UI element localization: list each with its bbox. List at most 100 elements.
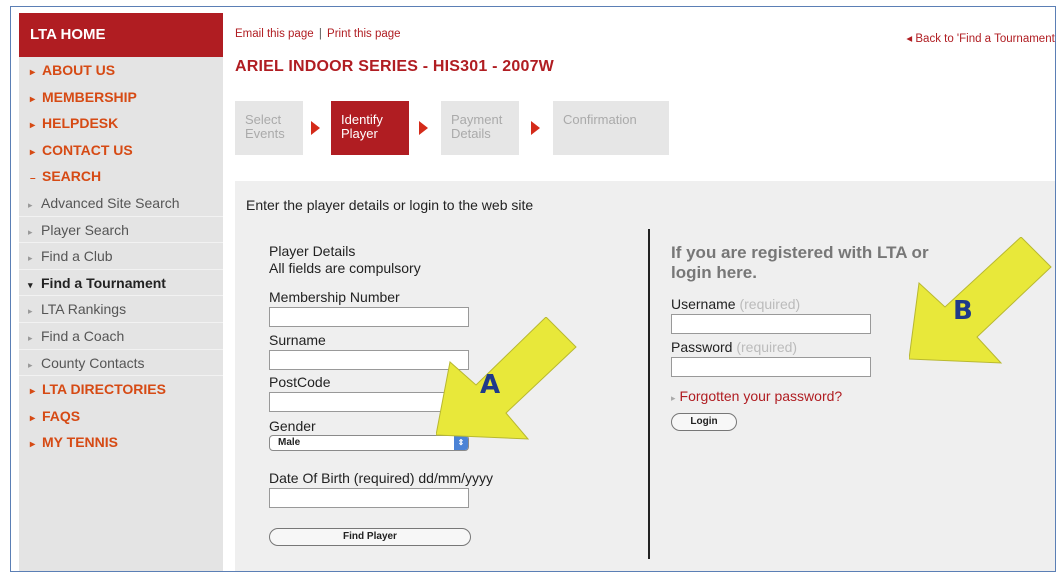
- sidebar-item-label: County Contacts: [41, 354, 145, 371]
- sidebar-marker-icon: ▸: [28, 359, 33, 370]
- annotation-arrow-b-icon: [909, 237, 1052, 364]
- username-required-note: (required): [739, 296, 801, 312]
- link-separator: |: [318, 28, 322, 40]
- sidebar-marker-icon: ▸: [30, 386, 36, 398]
- browser-frame: LTA HOME ▸ ABOUT US ▸ MEMBERSHIP ▸ HELPDESK ▸ C…: [10, 6, 1056, 572]
- username-input[interactable]: [671, 314, 871, 334]
- sidebar-item-label: Player Search: [41, 221, 129, 238]
- sidebar-list: ▸ ABOUT US ▸ MEMBERSHIP ▸ HELPDESK ▸ CONTACT US…: [19, 57, 223, 456]
- sidebar-marker-icon: ▸: [28, 199, 33, 210]
- step-label: Player: [341, 126, 378, 141]
- annotation-letter-a: A: [480, 370, 501, 400]
- sidebar-item-label: LTA Rankings: [41, 301, 127, 318]
- sidebar-item-about-us[interactable]: ▸ ABOUT US: [19, 57, 223, 84]
- sidebar-marker-icon: ▸: [30, 120, 36, 132]
- sidebar-item-label: MEMBERSHIP: [42, 88, 137, 105]
- step-label: Select: [245, 112, 282, 127]
- login-heading-line: login here.: [671, 263, 757, 282]
- step-identify-player: Identify Player: [331, 101, 409, 155]
- step-label: Confirmation: [563, 112, 637, 127]
- step-arrow-icon: [311, 121, 320, 135]
- password-required-note: (required): [736, 339, 798, 355]
- sidebar-item-lta-directories[interactable]: ▸ LTA DIRECTORIES: [19, 376, 223, 403]
- date-of-birth-input[interactable]: [269, 488, 469, 508]
- step-confirmation: Confirmation: [553, 101, 669, 155]
- print-page-link[interactable]: Print this page: [327, 28, 401, 40]
- step-arrow-icon: [419, 121, 428, 135]
- find-player-button[interactable]: Find Player: [269, 528, 471, 546]
- annotation-arrow-a-icon: [436, 317, 577, 440]
- vertical-divider: [648, 229, 650, 559]
- sidebar-item-label: HELPDESK: [42, 115, 119, 132]
- surname-label: Surname: [269, 332, 326, 348]
- sidebar-item-membership[interactable]: ▸ MEMBERSHIP: [19, 84, 223, 111]
- step-select-events: Select Events: [235, 101, 303, 155]
- forgot-marker-icon: ▸: [671, 393, 676, 403]
- sidebar-marker-icon: ▸: [30, 412, 36, 424]
- sidebar-marker-icon: ▾: [28, 279, 33, 290]
- compulsory-note: All fields are compulsory: [269, 260, 421, 276]
- forgot-password-link[interactable]: ▸ Forgotten your password?: [671, 388, 842, 404]
- sidebar-nav: LTA HOME ▸ ABOUT US ▸ MEMBERSHIP ▸ HELPDESK ▸ C…: [19, 13, 223, 571]
- sidebar-item-helpdesk[interactable]: ▸ HELPDESK: [19, 110, 223, 137]
- password-label-text: Password: [671, 339, 733, 355]
- sidebar-item-label: Advanced Site Search: [41, 194, 180, 211]
- postcode-label: PostCode: [269, 374, 331, 390]
- page-title: ARIEL INDOOR SERIES - HIS301 - 2007W: [235, 58, 554, 75]
- login-heading-line: If you are registered with LTA or: [671, 243, 929, 262]
- sidebar-marker-icon: ▸: [30, 67, 36, 78]
- login-button[interactable]: Login: [671, 413, 737, 431]
- sidebar-marker-icon: ▸: [28, 253, 33, 264]
- password-input[interactable]: [671, 357, 871, 377]
- main-content: Email this page | Print this page ◂ Back…: [231, 13, 1055, 571]
- step-label: Events: [245, 126, 285, 141]
- sidebar-marker-icon: ▸: [30, 93, 36, 105]
- sidebar-item-county-contacts[interactable]: ▸ County Contacts: [19, 350, 223, 377]
- email-page-link[interactable]: Email this page: [235, 28, 314, 40]
- username-label: Username (required): [671, 296, 800, 312]
- sidebar-item-label: FAQS: [42, 407, 81, 424]
- login-heading: If you are registered with LTA or login …: [671, 243, 929, 283]
- membership-number-label: Membership Number: [269, 289, 400, 305]
- sidebar-item-faqs[interactable]: ▸ FAQS: [19, 403, 223, 430]
- lta-home-link[interactable]: LTA HOME: [19, 13, 223, 57]
- step-label: Identify: [341, 112, 383, 127]
- sidebar-marker-icon: ▸: [28, 332, 33, 343]
- sidebar-item-lta-rankings[interactable]: ▸ LTA Rankings: [19, 296, 223, 323]
- back-to-find-tournament-link[interactable]: ◂ Back to 'Find a Tournament': [906, 31, 1055, 45]
- step-payment-details: Payment Details: [441, 101, 519, 155]
- player-details-heading: Player Details: [269, 243, 356, 259]
- sidebar-marker-icon: ▸: [28, 226, 33, 237]
- sidebar-marker-icon: –: [30, 173, 36, 185]
- sidebar-item-label: ABOUT US: [42, 62, 116, 78]
- sidebar-item-my-tennis[interactable]: ▸ MY TENNIS: [19, 429, 223, 456]
- sidebar-item-label: Find a Coach: [41, 327, 125, 344]
- date-of-birth-label: Date Of Birth (required) dd/mm/yyyy: [269, 470, 494, 486]
- gender-label: Gender: [269, 418, 316, 434]
- sidebar-item-find-a-coach[interactable]: ▸ Find a Coach: [19, 323, 223, 350]
- step-label: Payment: [451, 112, 503, 127]
- sidebar-item-label: MY TENNIS: [42, 434, 118, 451]
- sidebar-marker-icon: ▸: [30, 439, 36, 451]
- sidebar-item-find-a-club[interactable]: ▸ Find a Club: [19, 243, 223, 270]
- gender-selected-value: Male: [278, 437, 301, 448]
- sidebar-item-contact-us[interactable]: ▸ CONTACT US: [19, 137, 223, 164]
- annotation-letter-b: B: [953, 296, 973, 326]
- sidebar-item-search[interactable]: – SEARCH: [19, 163, 223, 190]
- forgot-password-text: Forgotten your password?: [679, 388, 843, 404]
- sidebar-item-label: Find a Club: [41, 248, 113, 265]
- sidebar-item-advanced-site-search[interactable]: ▸ Advanced Site Search: [19, 190, 223, 217]
- sidebar-item-label: CONTACT US: [42, 141, 133, 158]
- sidebar-item-find-a-tournament[interactable]: ▾ Find a Tournament: [19, 270, 223, 297]
- sidebar-item-player-search[interactable]: ▸ Player Search: [19, 217, 223, 244]
- page-utility-links: Email this page | Print this page: [235, 28, 401, 40]
- intro-text: Enter the player details or login to the…: [246, 197, 534, 213]
- password-label: Password (required): [671, 339, 797, 355]
- sidebar-item-label: LTA DIRECTORIES: [42, 381, 166, 398]
- step-arrow-icon: [531, 121, 540, 135]
- step-label: Details: [451, 126, 491, 141]
- sidebar-item-label: SEARCH: [42, 168, 102, 185]
- username-label-text: Username: [671, 296, 736, 312]
- sidebar-item-label: Find a Tournament: [41, 274, 166, 291]
- sidebar-marker-icon: ▸: [28, 306, 33, 317]
